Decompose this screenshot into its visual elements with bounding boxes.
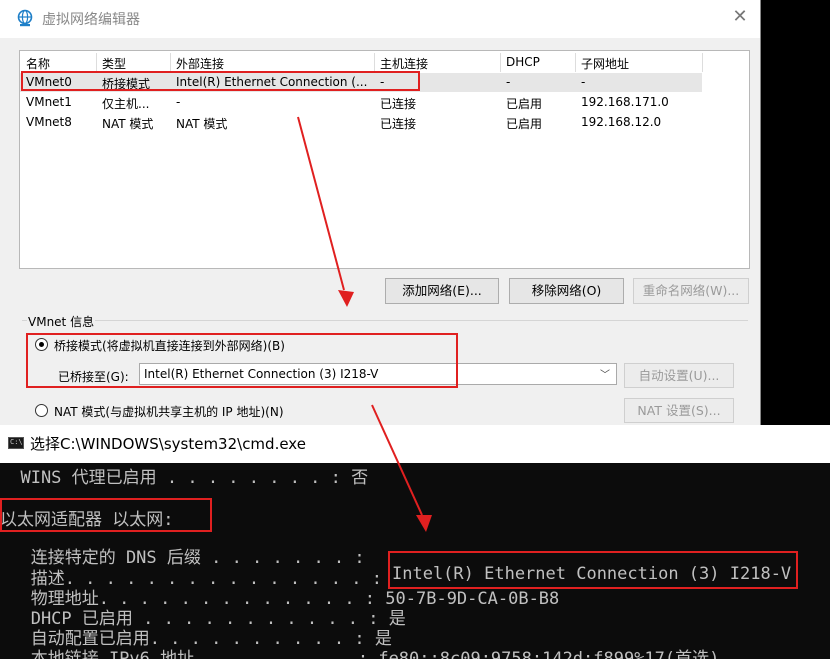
- col-dhcp-header[interactable]: DHCP: [506, 55, 540, 69]
- row-subnet: -: [581, 75, 586, 89]
- rename-network-button[interactable]: 重命名网络(W)...: [633, 278, 749, 304]
- globe-network-icon: [17, 9, 33, 27]
- row-type: 仅主机...: [102, 97, 150, 111]
- row-external: NAT 模式: [176, 117, 228, 131]
- cmd-window-title: 选择C:\WINDOWS\system32\cmd.exe: [30, 435, 306, 453]
- row-type: NAT 模式: [102, 117, 154, 131]
- nat-radio[interactable]: [35, 404, 48, 417]
- row-name: VMnet8: [26, 115, 72, 129]
- dialog-title: 虚拟网络编辑器: [42, 12, 140, 28]
- row-subnet: 192.168.12.0: [581, 115, 662, 129]
- row-subnet: 192.168.171.0: [581, 95, 669, 109]
- vmnet-info-label: VMnet 信息: [27, 313, 96, 330]
- remove-network-button[interactable]: 移除网络(O): [509, 278, 624, 304]
- add-network-button[interactable]: 添加网络(E)...: [385, 278, 499, 304]
- row-external: -: [176, 95, 181, 109]
- table-row-vmnet1[interactable]: VMnet1 仅主机... - 已连接 已启用 192.168.171.0: [20, 93, 749, 112]
- group-divider: [22, 320, 748, 321]
- annotation-box-vmnet0: [21, 71, 420, 91]
- close-icon[interactable]: ✕: [730, 7, 750, 27]
- nat-settings-button[interactable]: NAT 设置(S)...: [624, 398, 734, 423]
- row-name: VMnet1: [26, 95, 72, 109]
- nat-radio-label[interactable]: NAT 模式(与虚拟机共享主机的 IP 地址)(N): [54, 403, 284, 420]
- row-dhcp: 已启用: [506, 117, 543, 131]
- title-bar: 虚拟网络编辑器 ✕: [0, 0, 760, 38]
- chevron-down-icon: ﹀: [600, 370, 610, 381]
- annotation-box-description: [388, 551, 798, 589]
- annotation-box-bridged: [26, 333, 458, 388]
- table-row-vmnet8[interactable]: VMnet8 NAT 模式 NAT 模式 已连接 已启用 192.168.12.…: [20, 113, 749, 132]
- col-name-header[interactable]: 名称: [26, 55, 50, 72]
- console-line-ipv6: 本地链接 IPv6 地址. . . . . . . . : fe80::8c09…: [0, 649, 720, 659]
- row-host: 已连接: [380, 117, 417, 131]
- row-dhcp: -: [506, 75, 511, 89]
- auto-settings-button[interactable]: 自动设置(U)...: [624, 363, 734, 388]
- row-host: 已连接: [380, 97, 417, 111]
- col-subnet-header[interactable]: 子网地址: [581, 55, 629, 72]
- annotation-box-adapter: [0, 498, 212, 532]
- console-line-wins: WINS 代理已启用 . . . . . . . . : 否: [0, 468, 369, 488]
- console-icon: C:\: [8, 437, 24, 449]
- col-external-header[interactable]: 外部连接: [176, 55, 224, 72]
- row-dhcp: 已启用: [506, 97, 543, 111]
- col-type-header[interactable]: 类型: [102, 55, 126, 72]
- table-header: 名称 类型 外部连接 主机连接 DHCP 子网地址: [20, 53, 749, 72]
- col-host-header[interactable]: 主机连接: [380, 55, 428, 72]
